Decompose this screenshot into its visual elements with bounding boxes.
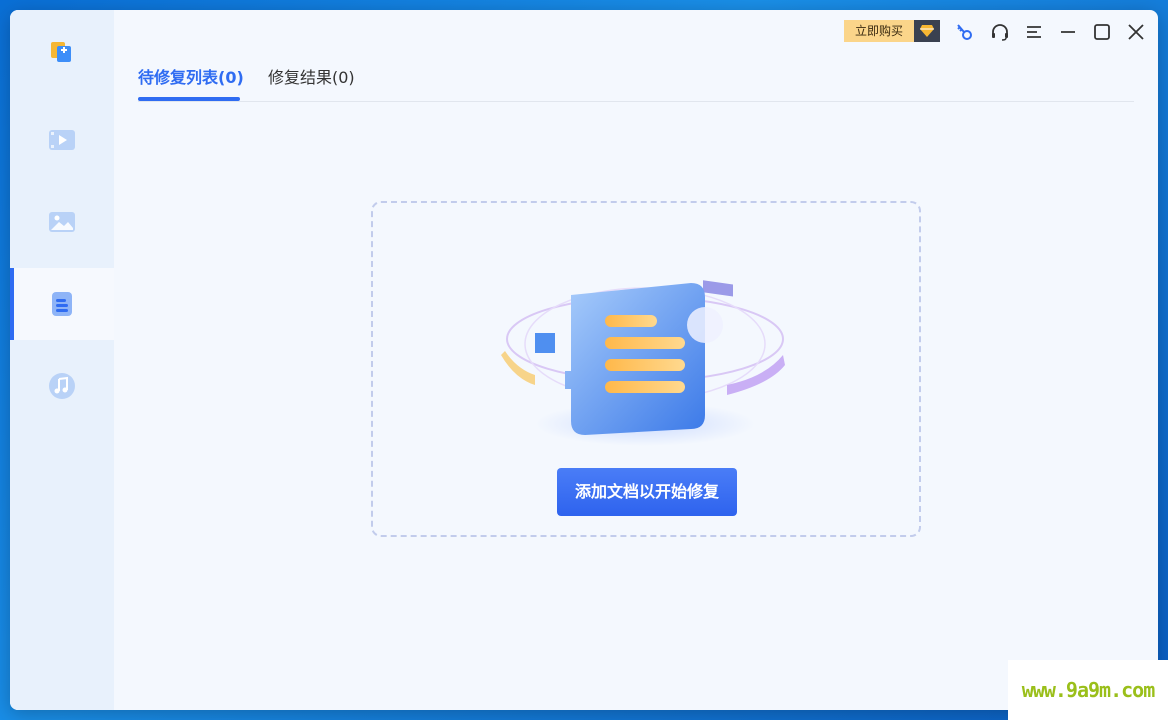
close-icon[interactable] [1126, 22, 1146, 42]
image-icon [49, 212, 75, 232]
watermark-text: www.9a9m.com [1021, 678, 1155, 702]
music-icon [49, 373, 75, 399]
add-document-button[interactable]: 添加文档以开始修复 [557, 468, 737, 516]
video-icon [49, 130, 75, 150]
sidebar [10, 10, 114, 710]
key-icon[interactable] [954, 22, 974, 42]
app-window: 立即购买 待修复列表(0) 修复结果(0) 添加文档以开始修复 [10, 10, 1158, 710]
sidebar-item-video[interactable] [10, 104, 114, 176]
app-logo-icon [46, 36, 78, 68]
menu-icon[interactable] [1024, 22, 1044, 42]
headset-icon[interactable] [990, 22, 1010, 42]
minimize-icon[interactable] [1058, 22, 1078, 42]
tab-pending-list[interactable]: 待修复列表(0) [138, 64, 244, 88]
sidebar-item-audio[interactable] [10, 350, 114, 422]
maximize-icon[interactable] [1092, 22, 1112, 42]
tab-repair-results[interactable]: 修复结果(0) [268, 64, 355, 88]
buy-now-button[interactable]: 立即购买 [844, 20, 940, 42]
tab-bar: 待修复列表(0) 修复结果(0) [138, 60, 1134, 102]
sidebar-item-document[interactable] [10, 268, 114, 340]
document-icon [52, 292, 72, 316]
site-watermark: www.9a9m.com [1008, 660, 1168, 720]
file-drop-zone[interactable]: 添加文档以开始修复 [371, 201, 921, 537]
sidebar-item-photo[interactable] [10, 186, 114, 258]
diamond-icon [914, 20, 940, 42]
title-bar: 立即购买 [114, 10, 1158, 54]
active-tab-indicator [138, 97, 240, 101]
document-repair-illustration-icon [501, 280, 785, 446]
buy-now-label: 立即购买 [844, 20, 914, 42]
